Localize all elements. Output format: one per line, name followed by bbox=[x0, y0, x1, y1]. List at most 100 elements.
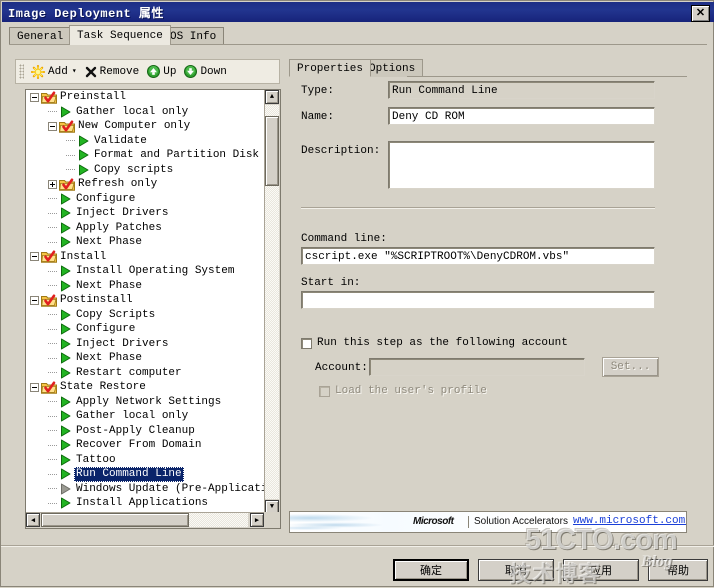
tab-task-sequence[interactable]: Task Sequence bbox=[69, 25, 171, 45]
tree-item-label: Validate bbox=[94, 134, 147, 147]
tree-connector-icon bbox=[66, 151, 77, 160]
tree-item[interactable]: Format and Partition Disk bbox=[26, 148, 264, 163]
set-account-button: Set... bbox=[602, 357, 659, 377]
tree-item-label: Format and Partition Disk bbox=[94, 149, 260, 161]
tree-item-label: Next Phase bbox=[76, 352, 143, 364]
tree-item-label: State Restore bbox=[60, 381, 146, 393]
folder-check-icon bbox=[59, 178, 75, 191]
close-x-icon bbox=[85, 66, 97, 78]
properties-dialog: Image Deployment 属性 ✕ General Task Seque… bbox=[0, 0, 714, 587]
collapse-icon[interactable] bbox=[30, 382, 39, 392]
tree-item[interactable]: State Restore bbox=[26, 380, 264, 395]
move-down-button[interactable]: Down bbox=[180, 61, 230, 82]
help-button[interactable]: 帮助 bbox=[648, 559, 708, 581]
tree-item[interactable]: Install Applications bbox=[26, 496, 264, 511]
tree-item[interactable]: Configure bbox=[26, 322, 264, 337]
tree-item[interactable]: Gather local only bbox=[26, 409, 264, 424]
tree-item[interactable]: Apply Network Settings bbox=[26, 395, 264, 410]
microsoft-banner: Microsoft Solution Accelerators www.micr… bbox=[289, 511, 687, 533]
description-label: Description: bbox=[301, 145, 381, 157]
task-sequence-tree-panel: Preinstall Gather local only New Computer … bbox=[25, 89, 281, 529]
apply-button[interactable]: 应用 bbox=[563, 559, 639, 581]
tree-item-label: New Computer only bbox=[78, 120, 191, 132]
tree-item[interactable]: Inject Drivers bbox=[26, 337, 264, 352]
folder-check-icon bbox=[41, 294, 57, 307]
name-field[interactable]: Deny CD ROM bbox=[388, 107, 655, 125]
play-icon bbox=[59, 236, 72, 248]
tree-item[interactable]: Preinstall bbox=[26, 90, 264, 105]
tree-item[interactable]: Install bbox=[26, 250, 264, 265]
tree-item[interactable]: Run Command Line bbox=[26, 467, 264, 482]
tree-horizontal-scrollbar[interactable]: ◀ ▶ bbox=[26, 512, 264, 528]
tree-item[interactable]: Tattoo bbox=[26, 453, 264, 468]
remove-button[interactable]: Remove bbox=[81, 61, 144, 82]
ok-button[interactable]: 确定 bbox=[393, 559, 469, 581]
play-icon bbox=[59, 323, 72, 335]
tree-item-label: Install Operating System bbox=[76, 265, 235, 277]
run-as-account-checkbox[interactable] bbox=[301, 337, 312, 349]
tree-item[interactable]: Install Operating System bbox=[26, 264, 264, 279]
play-icon bbox=[59, 265, 72, 277]
chevron-down-icon[interactable]: ▾ bbox=[72, 67, 77, 76]
mdt-website-link[interactable]: www.microsoft.com/mdt bbox=[573, 515, 686, 527]
start-in-field[interactable] bbox=[301, 291, 655, 309]
type-field: Run Command Line bbox=[388, 81, 655, 99]
tree-connector-icon bbox=[48, 238, 59, 247]
tree-item[interactable]: Inject Drivers bbox=[26, 206, 264, 221]
hscroll-thumb[interactable] bbox=[41, 513, 189, 527]
step-properties-pane: Properties Options Type: Run Command Lin… bbox=[289, 59, 687, 529]
properties-tab-strip: Properties Options bbox=[289, 59, 687, 77]
scroll-right-button[interactable]: ▶ bbox=[250, 513, 264, 527]
tab-os-info[interactable]: OS Info bbox=[162, 27, 225, 45]
collapse-icon[interactable] bbox=[30, 295, 39, 305]
move-up-button[interactable]: Up bbox=[143, 61, 180, 82]
tree-item[interactable]: Next Phase bbox=[26, 351, 264, 366]
arrow-up-icon bbox=[147, 65, 161, 78]
tree-item[interactable]: Apply Patches bbox=[26, 221, 264, 236]
scroll-up-button[interactable]: ▲ bbox=[265, 90, 279, 104]
collapse-icon[interactable] bbox=[30, 252, 39, 262]
close-icon[interactable]: ✕ bbox=[691, 5, 710, 22]
tree-item-label: Inject Drivers bbox=[76, 337, 169, 350]
move-up-label: Up bbox=[163, 65, 177, 78]
vscroll-thumb[interactable] bbox=[265, 116, 279, 186]
tree-item[interactable]: Validate bbox=[26, 134, 264, 149]
load-profile-checkbox bbox=[319, 385, 330, 397]
tree-item[interactable]: Windows Update (Pre-Applicatio bbox=[26, 482, 264, 497]
dialog-divider bbox=[1, 545, 714, 546]
tree-item[interactable]: Post-Apply Cleanup bbox=[26, 424, 264, 439]
collapse-icon[interactable] bbox=[30, 92, 39, 102]
task-sequence-tree[interactable]: Preinstall Gather local only New Computer … bbox=[26, 90, 264, 514]
tree-item[interactable]: Refresh only bbox=[26, 177, 264, 192]
collapse-icon[interactable] bbox=[48, 121, 57, 131]
tree-connector-icon bbox=[48, 267, 59, 276]
tree-item[interactable]: Copy Scripts bbox=[26, 308, 264, 323]
tree-item[interactable]: Next Phase bbox=[26, 279, 264, 294]
add-button[interactable]: Add ▾ bbox=[27, 61, 81, 82]
description-field[interactable] bbox=[388, 141, 655, 189]
tree-item[interactable]: Next Phase bbox=[26, 235, 264, 250]
toolbar-grip[interactable] bbox=[19, 64, 24, 79]
tree-item[interactable]: Restart computer bbox=[26, 366, 264, 381]
play-icon bbox=[59, 425, 72, 437]
start-in-label: Start in: bbox=[301, 277, 361, 289]
tree-item[interactable]: New Computer only bbox=[26, 119, 264, 134]
tree-connector-icon bbox=[48, 455, 59, 464]
tab-general[interactable]: General bbox=[9, 27, 72, 45]
command-line-field[interactable]: cscript.exe "%SCRIPTROOT%\DenyCDROM.vbs" bbox=[301, 247, 655, 265]
folder-check-icon bbox=[41, 250, 57, 263]
tree-item-label: Recover From Domain bbox=[76, 439, 202, 451]
tree-item[interactable]: Postinstall bbox=[26, 293, 264, 308]
tab-properties[interactable]: Properties bbox=[289, 59, 372, 77]
tree-item-label: Postinstall bbox=[60, 294, 133, 306]
expand-icon[interactable] bbox=[48, 179, 57, 189]
microsoft-logo-text: Microsoft bbox=[413, 516, 454, 527]
tree-item[interactable]: Configure bbox=[26, 192, 264, 207]
scroll-left-button[interactable]: ◀ bbox=[26, 513, 40, 527]
tree-item[interactable]: Recover From Domain bbox=[26, 438, 264, 453]
tree-item[interactable]: Gather local only bbox=[26, 105, 264, 120]
tree-vertical-scrollbar[interactable]: ▲ ▼ bbox=[264, 90, 280, 514]
tree-item[interactable]: Copy scripts bbox=[26, 163, 264, 178]
cancel-button[interactable]: 取消 bbox=[478, 559, 554, 581]
run-as-account-checkbox-row[interactable]: Run this step as the following account bbox=[301, 337, 568, 349]
